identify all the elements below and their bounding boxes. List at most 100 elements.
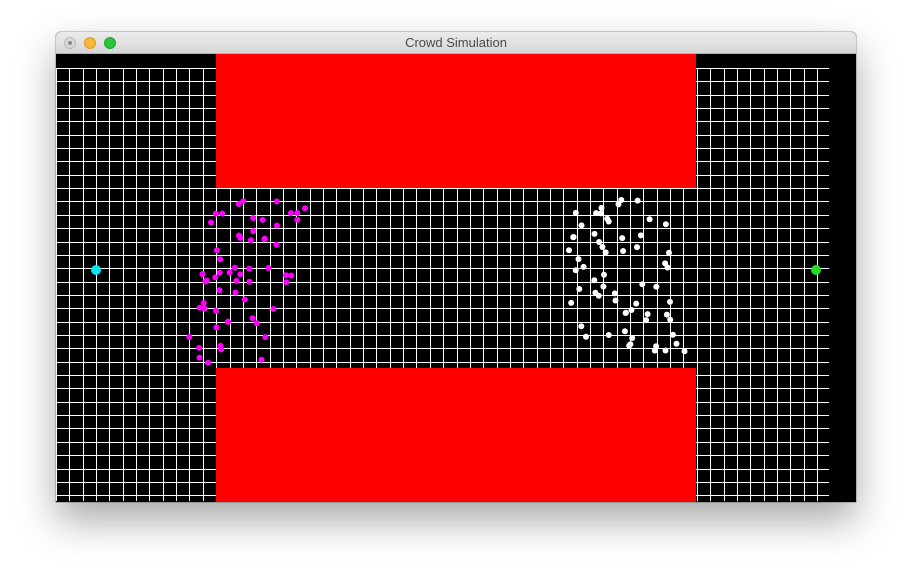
agent-white bbox=[618, 197, 625, 203]
agent-magenta bbox=[226, 269, 233, 276]
agent-white bbox=[634, 244, 640, 251]
agent-magenta bbox=[241, 296, 248, 303]
agent-magenta bbox=[216, 269, 223, 276]
agent-white bbox=[669, 331, 676, 338]
agent-white bbox=[629, 335, 636, 341]
agent-white bbox=[666, 249, 672, 256]
agent-magenta bbox=[294, 210, 301, 216]
agent-magenta bbox=[258, 356, 265, 363]
agent-white bbox=[612, 297, 619, 304]
agent-magenta bbox=[302, 205, 308, 212]
agent-white bbox=[596, 239, 603, 245]
agent-magenta bbox=[224, 318, 231, 325]
agent-magenta bbox=[218, 346, 225, 353]
agent-white bbox=[595, 292, 602, 299]
agent-white bbox=[583, 333, 589, 340]
agent-white bbox=[673, 340, 680, 347]
agent-magenta bbox=[237, 235, 244, 241]
agent-white bbox=[605, 218, 612, 225]
agent-magenta bbox=[196, 304, 203, 311]
agent-magenta bbox=[265, 265, 272, 271]
agent-white bbox=[572, 267, 579, 274]
agent-white bbox=[621, 328, 628, 335]
agent-magenta bbox=[283, 272, 289, 279]
title-bar[interactable]: Crowd Simulation bbox=[56, 32, 856, 54]
agent-white bbox=[653, 343, 660, 350]
simulation-scene bbox=[56, 54, 856, 502]
agent-magenta bbox=[233, 277, 240, 284]
agent-white bbox=[599, 244, 606, 250]
simulation-canvas[interactable] bbox=[56, 54, 856, 502]
agent-white bbox=[600, 283, 607, 290]
agent-magenta bbox=[200, 300, 207, 306]
agent-white bbox=[662, 221, 669, 228]
agent-white bbox=[575, 256, 582, 263]
agent-white bbox=[620, 248, 627, 254]
agent-magenta bbox=[208, 219, 214, 226]
agent-white bbox=[667, 298, 673, 305]
agent-magenta bbox=[246, 265, 253, 272]
agent-magenta bbox=[199, 271, 206, 278]
agent-white bbox=[644, 311, 651, 318]
agent-white bbox=[639, 281, 646, 288]
agent-white bbox=[576, 286, 583, 292]
agent-magenta bbox=[240, 198, 247, 205]
agent-white bbox=[580, 263, 587, 270]
agent-white bbox=[633, 300, 640, 307]
bottom-obstacle bbox=[216, 368, 696, 502]
agent-white bbox=[653, 283, 660, 290]
agent-magenta bbox=[283, 279, 290, 286]
agent-white bbox=[605, 332, 612, 338]
agent-magenta bbox=[219, 210, 226, 217]
agent-white bbox=[591, 230, 598, 237]
agent-magenta bbox=[203, 277, 210, 284]
agent-magenta bbox=[213, 247, 220, 254]
agent-magenta bbox=[196, 344, 203, 351]
agent-white bbox=[637, 232, 644, 239]
agent-magenta bbox=[261, 236, 268, 243]
agent-white bbox=[634, 197, 641, 204]
agent-magenta bbox=[213, 307, 220, 314]
agent-magenta bbox=[274, 222, 280, 229]
agent-magenta bbox=[294, 216, 301, 223]
agent-magenta bbox=[213, 324, 220, 331]
agent-magenta bbox=[262, 334, 269, 341]
agent-magenta bbox=[231, 264, 238, 271]
agent-magenta bbox=[186, 334, 193, 340]
agent-white bbox=[663, 311, 670, 318]
agent-white bbox=[568, 299, 575, 306]
agent-white bbox=[601, 271, 607, 278]
agent-magenta bbox=[273, 241, 280, 248]
agent-magenta bbox=[205, 359, 212, 366]
agent-magenta bbox=[237, 271, 244, 278]
agent-magenta bbox=[247, 237, 254, 244]
agent-white bbox=[597, 210, 604, 217]
agent-white bbox=[598, 204, 605, 211]
agent-white bbox=[570, 234, 577, 241]
agent-white bbox=[572, 209, 579, 216]
agent-white bbox=[578, 323, 585, 330]
agent-white bbox=[628, 307, 635, 313]
agent-magenta bbox=[232, 289, 239, 296]
agent-white bbox=[566, 247, 572, 254]
agent-magenta bbox=[212, 210, 219, 217]
agent-magenta bbox=[253, 320, 260, 327]
agent-white bbox=[602, 249, 609, 256]
agent-white bbox=[627, 341, 634, 348]
agent-magenta bbox=[287, 210, 294, 217]
agent-white bbox=[643, 317, 650, 324]
agent-white bbox=[622, 310, 629, 316]
agent-white bbox=[591, 277, 598, 284]
agent-white bbox=[619, 235, 626, 242]
goal-marker bbox=[811, 265, 821, 275]
agent-white bbox=[578, 222, 585, 229]
agent-white bbox=[681, 348, 688, 355]
top-obstacle bbox=[216, 54, 696, 188]
agent-white bbox=[646, 216, 653, 223]
agent-magenta bbox=[288, 272, 295, 279]
agent-magenta bbox=[270, 306, 277, 312]
agent-white bbox=[667, 316, 674, 323]
agent-magenta bbox=[250, 228, 257, 235]
agent-magenta bbox=[216, 287, 223, 294]
window-title: Crowd Simulation bbox=[405, 35, 507, 50]
